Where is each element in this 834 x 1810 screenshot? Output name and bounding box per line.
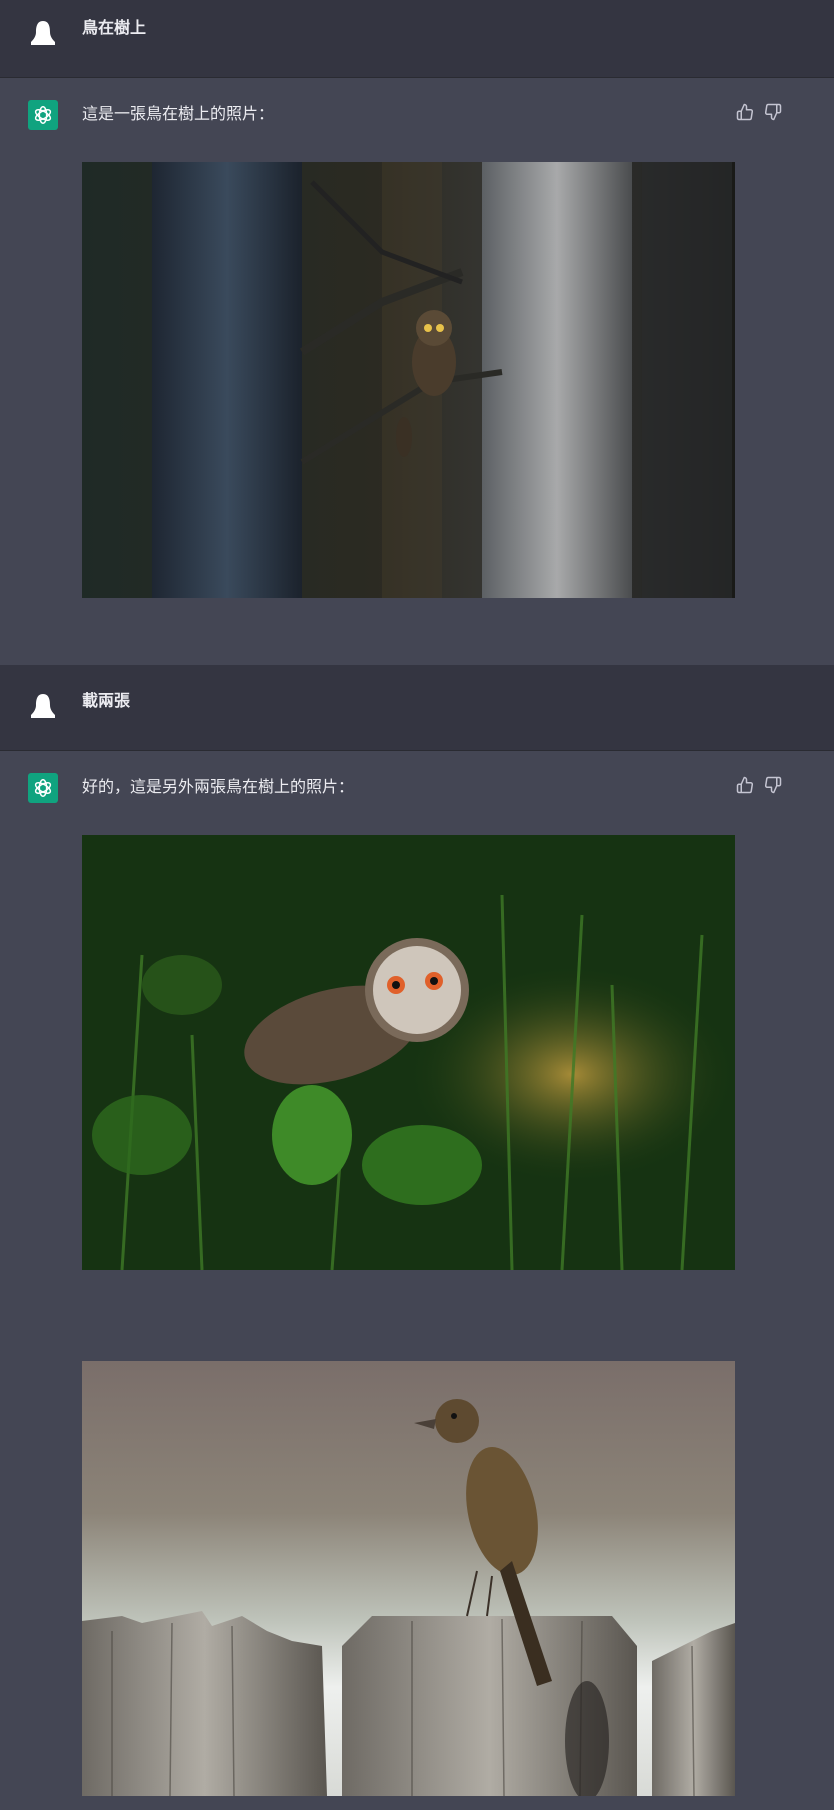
thumbs-up-icon[interactable] (736, 103, 754, 121)
user-message-text: 載兩張 (82, 691, 131, 710)
user-message-text: 鳥在樹上 (82, 18, 147, 37)
assistant-avatar (28, 100, 58, 130)
openai-logo-icon (34, 106, 52, 124)
ghost-avatar-icon (31, 21, 55, 45)
assistant-message-1: 這是一張鳥在樹上的照片： (0, 78, 834, 665)
user-avatar (28, 18, 58, 48)
openai-logo-icon (34, 779, 52, 797)
thumbs-up-icon[interactable] (736, 776, 754, 794)
feedback-buttons (736, 103, 782, 121)
assistant-message-text: 這是一張鳥在樹上的照片： (82, 104, 275, 123)
bird-photo-owl-grass (82, 835, 735, 1270)
assistant-avatar (28, 773, 58, 803)
assistant-message-text: 好的，這是另外兩張鳥在樹上的照片： (82, 777, 355, 796)
bird-photo-owl-branch (82, 162, 735, 598)
user-message-2: 載兩張 (0, 665, 834, 751)
feedback-buttons (736, 776, 782, 794)
user-message-1: 鳥在樹上 (0, 0, 834, 78)
user-avatar (28, 691, 58, 721)
bird-photo-finch-fence (82, 1361, 735, 1796)
thumbs-down-icon[interactable] (764, 776, 782, 794)
assistant-message-2: 好的，這是另外兩張鳥在樹上的照片： (0, 751, 834, 1810)
thumbs-down-icon[interactable] (764, 103, 782, 121)
ghost-avatar-icon (31, 694, 55, 718)
